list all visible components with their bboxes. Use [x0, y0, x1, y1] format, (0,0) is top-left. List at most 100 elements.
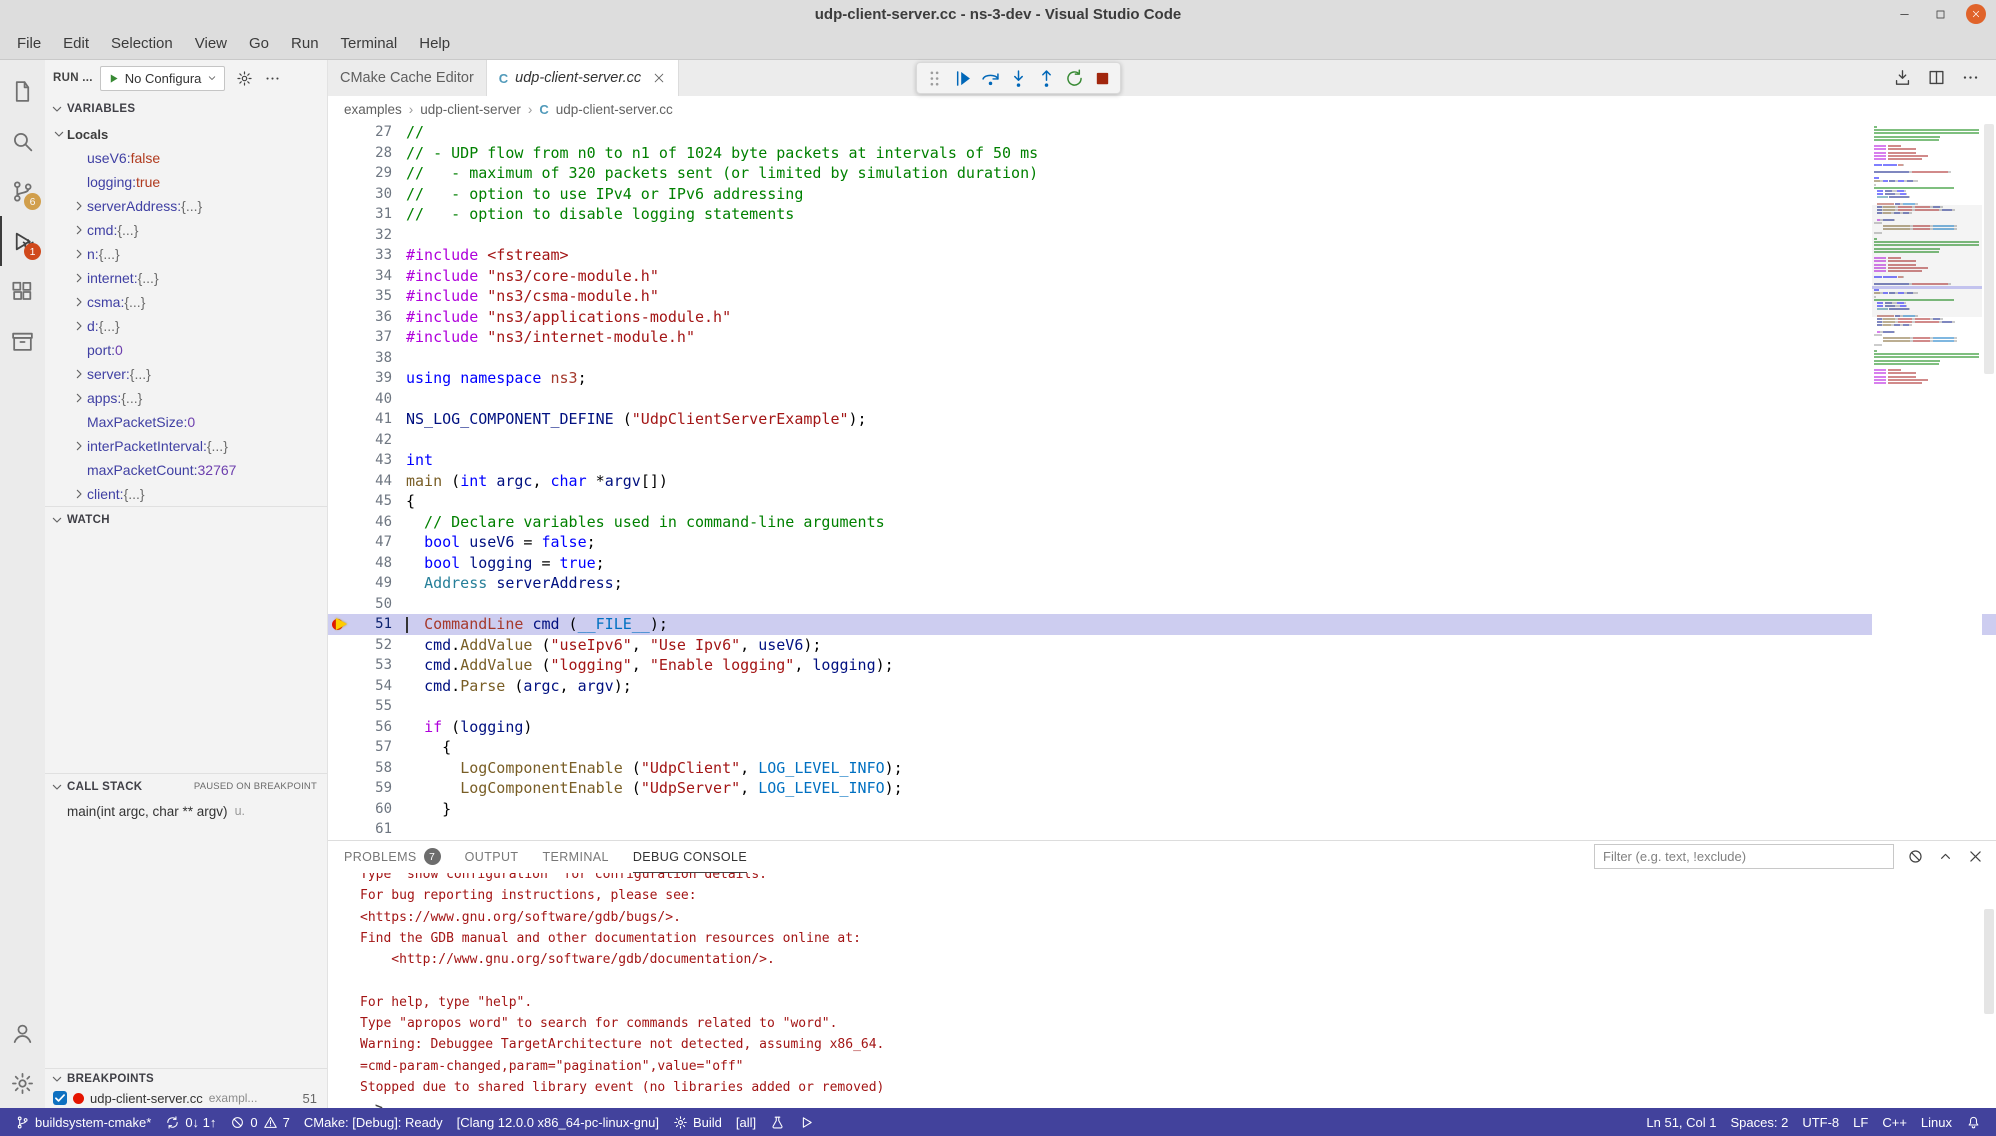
variable-row[interactable]: interPacketInterval: {...} — [45, 434, 327, 458]
code-text[interactable]: bool logging = true; — [406, 553, 1996, 574]
watch-section-header[interactable]: WATCH — [45, 506, 327, 532]
breakpoint-gutter[interactable] — [328, 450, 354, 471]
step-over-button[interactable] — [978, 66, 1003, 91]
menu-go[interactable]: Go — [238, 29, 280, 59]
status-remote-os[interactable]: Linux — [1914, 1108, 1959, 1136]
status-cmake-status[interactable]: CMake: [Debug]: Ready — [297, 1108, 450, 1136]
menu-terminal[interactable]: Terminal — [330, 29, 409, 59]
breakpoint-gutter[interactable] — [328, 471, 354, 492]
code-text[interactable]: LogComponentEnable ("UdpClient", LOG_LEV… — [406, 758, 1996, 779]
breakpoint-row[interactable]: udp-client-server.ccexampl...51 — [45, 1088, 327, 1108]
close-tab-icon[interactable] — [652, 71, 666, 85]
code-text[interactable] — [406, 430, 1996, 451]
breakpoint-gutter[interactable] — [328, 143, 354, 164]
code-text[interactable]: using namespace ns3; — [406, 368, 1996, 389]
status-git-branch[interactable]: buildsystem-cmake* — [8, 1108, 158, 1136]
variable-row[interactable]: serverAddress: {...} — [45, 194, 327, 218]
maximize-panel-icon[interactable] — [1937, 848, 1954, 865]
code-text[interactable]: int — [406, 450, 1996, 471]
gear-icon[interactable] — [236, 70, 253, 87]
maximize-button[interactable] — [1930, 4, 1950, 24]
minimap-slider[interactable] — [1872, 205, 1982, 317]
variable-row[interactable]: useV6: false — [45, 146, 327, 170]
close-button[interactable] — [1966, 4, 1986, 24]
code-text[interactable]: // - option to disable logging statement… — [406, 204, 1996, 225]
variable-row[interactable]: d: {...} — [45, 314, 327, 338]
breadcrumb-item[interactable]: udp-client-server — [420, 102, 521, 117]
variable-row[interactable]: MaxPacketSize: 0 — [45, 410, 327, 434]
breakpoint-gutter[interactable] — [328, 184, 354, 205]
breadcrumb-item[interactable]: examples — [344, 102, 402, 117]
breakpoint-gutter[interactable] — [328, 286, 354, 307]
continue-button[interactable] — [950, 66, 975, 91]
breakpoint-gutter[interactable] — [328, 491, 354, 512]
clear-console-icon[interactable] — [1907, 848, 1924, 865]
breakpoint-gutter[interactable] — [328, 389, 354, 410]
debug-config-dropdown[interactable]: No Configura — [100, 66, 226, 91]
breakpoint-gutter[interactable] — [328, 778, 354, 799]
code-text[interactable] — [406, 819, 1996, 840]
breakpoint-gutter[interactable] — [328, 655, 354, 676]
code-text[interactable]: // Declare variables used in command-lin… — [406, 512, 1996, 533]
more-actions-icon[interactable] — [264, 70, 281, 87]
code-text[interactable]: #include "ns3/core-module.h" — [406, 266, 1996, 287]
status-cmake-kit[interactable]: [Clang 12.0.0 x86_64-pc-linux-gnu] — [450, 1108, 666, 1136]
breakpoint-gutter[interactable] — [328, 737, 354, 758]
code-text[interactable]: cmd.AddValue ("useIpv6", "Use Ipv6", use… — [406, 635, 1996, 656]
code-text[interactable]: #include "ns3/applications-module.h" — [406, 307, 1996, 328]
panel-tab-output[interactable]: OUTPUT — [465, 841, 519, 873]
panel-tab-debug-console[interactable]: DEBUG CONSOLE — [633, 841, 747, 873]
panel-tab-problems[interactable]: PROBLEMS7 — [344, 841, 441, 873]
breakpoint-gutter[interactable] — [328, 163, 354, 184]
menu-edit[interactable]: Edit — [52, 29, 100, 59]
status-notifications[interactable] — [1959, 1108, 1988, 1136]
breakpoint-gutter[interactable] — [328, 532, 354, 553]
code-text[interactable]: { — [406, 491, 1996, 512]
code-editor[interactable]: 27//28// - UDP flow from n0 to n1 of 102… — [328, 122, 1996, 840]
menu-file[interactable]: File — [6, 29, 52, 59]
toolbar-drag-handle[interactable] — [922, 66, 947, 91]
breakpoints-section-header[interactable]: BREAKPOINTS — [45, 1068, 327, 1088]
more-icon[interactable] — [1961, 68, 1980, 87]
breakpoint-gutter[interactable] — [328, 819, 354, 840]
download-icon[interactable] — [1893, 68, 1912, 87]
status-problems[interactable]: 07 — [223, 1108, 296, 1136]
status-git-sync[interactable]: 0↓ 1↑ — [158, 1108, 223, 1136]
code-text[interactable]: #include <fstream> — [406, 245, 1996, 266]
code-text[interactable]: CommandLine cmd (__FILE__); — [406, 614, 1996, 635]
editor-scrollbar[interactable] — [1982, 122, 1996, 840]
menu-run[interactable]: Run — [280, 29, 330, 59]
variables-section-header[interactable]: VARIABLES — [45, 96, 327, 122]
breakpoint-gutter[interactable] — [328, 122, 354, 143]
minimap[interactable] — [1872, 122, 1982, 840]
console-prompt[interactable]: > — [360, 1098, 1996, 1108]
panel-tab-terminal[interactable]: TERMINAL — [542, 841, 608, 873]
code-text[interactable] — [406, 225, 1996, 246]
call-stack-frame[interactable]: main(int argc, char ** argv)u. — [45, 799, 327, 823]
console-filter-input[interactable] — [1594, 844, 1894, 869]
variable-row[interactable]: apps: {...} — [45, 386, 327, 410]
activity-explorer[interactable] — [0, 66, 45, 116]
code-text[interactable]: // - maximum of 320 packets sent (or lim… — [406, 163, 1996, 184]
code-text[interactable]: { — [406, 737, 1996, 758]
tab-udp-client-server-cc[interactable]: Cudp-client-server.cc — [487, 60, 679, 96]
variable-row[interactable]: n: {...} — [45, 242, 327, 266]
menu-selection[interactable]: Selection — [100, 29, 184, 59]
call-stack-section-header[interactable]: CALL STACK PAUSED ON BREAKPOINT — [45, 773, 327, 799]
breakpoint-gutter[interactable] — [328, 307, 354, 328]
breakpoint-gutter[interactable] — [328, 512, 354, 533]
code-text[interactable]: } — [406, 799, 1996, 820]
breakpoint-gutter[interactable] — [328, 409, 354, 430]
activity-cmake[interactable] — [0, 316, 45, 366]
activity-accounts[interactable] — [0, 1008, 45, 1058]
scrollbar-thumb[interactable] — [1984, 124, 1994, 374]
code-text[interactable]: cmd.AddValue ("logging", "Enable logging… — [406, 655, 1996, 676]
minimize-button[interactable] — [1894, 4, 1914, 24]
step-out-button[interactable] — [1034, 66, 1059, 91]
menu-help[interactable]: Help — [408, 29, 461, 59]
menu-view[interactable]: View — [184, 29, 238, 59]
code-text[interactable]: // - option to use IPv4 or IPv6 addressi… — [406, 184, 1996, 205]
code-text[interactable]: main (int argc, char *argv[]) — [406, 471, 1996, 492]
breakpoint-gutter[interactable] — [328, 348, 354, 369]
breakpoint-checkbox[interactable] — [53, 1091, 67, 1105]
